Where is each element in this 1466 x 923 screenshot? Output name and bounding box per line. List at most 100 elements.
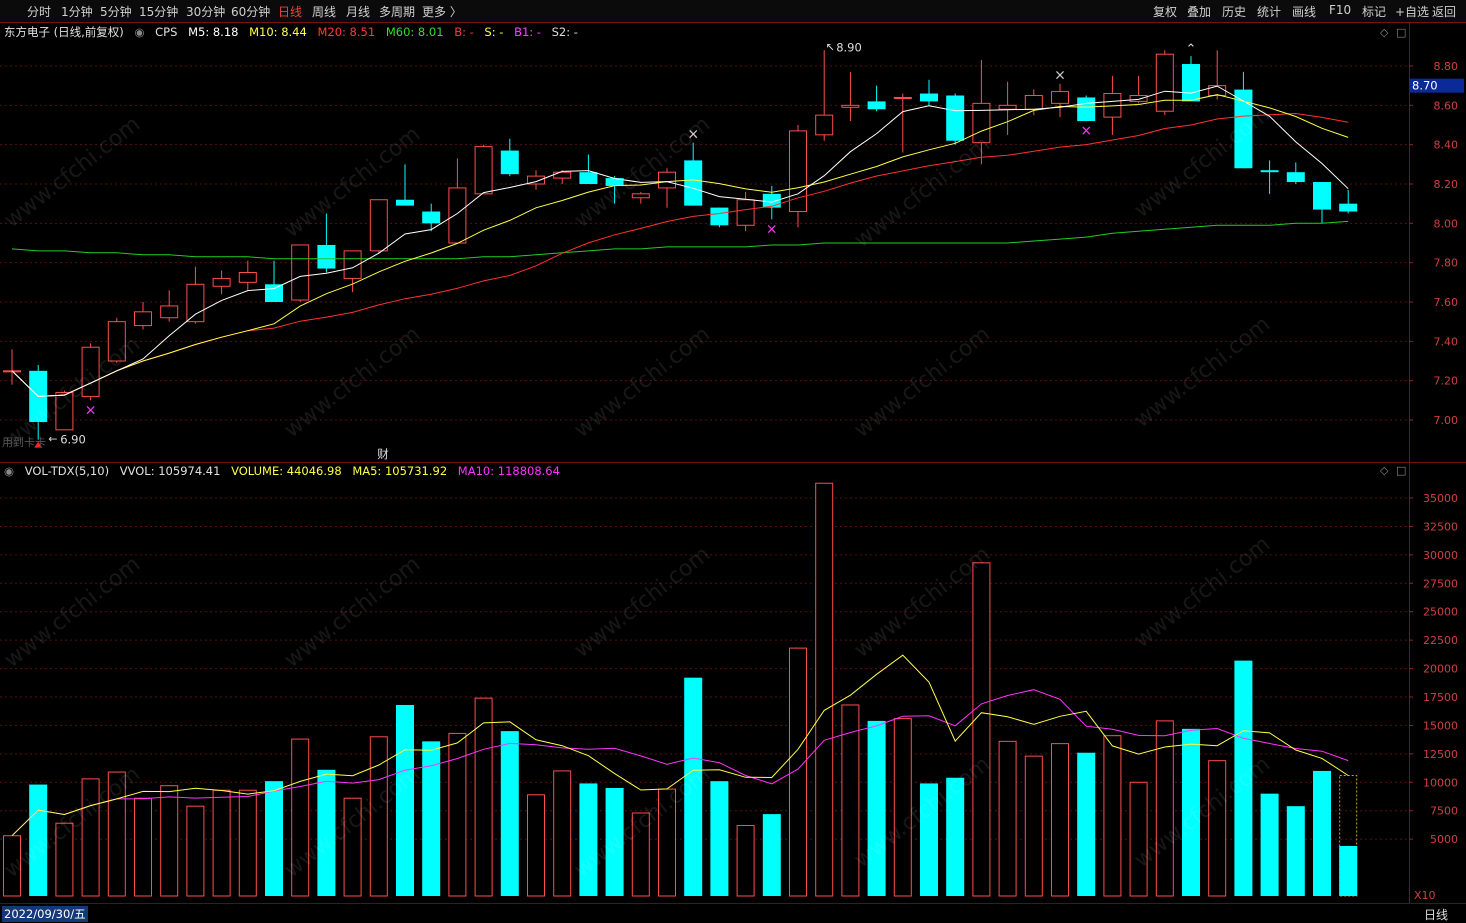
candle-body: [291, 244, 310, 301]
volume-bar: [736, 824, 755, 897]
volume-tick-label: 10000: [1423, 776, 1458, 789]
price-tick-label: 8.00: [1434, 217, 1459, 230]
volume-tick-label: 15000: [1423, 719, 1458, 732]
volume-tick-label: 17500: [1423, 691, 1458, 704]
candle-body: [920, 93, 938, 102]
volume-bar: [1024, 755, 1043, 897]
date-axis-footer: 2022/09/30/五 日线: [0, 903, 1466, 923]
candle-body: [422, 211, 441, 224]
candle-body: [1077, 97, 1096, 122]
vol-panel-control-icon: ◇: [1380, 464, 1389, 477]
volume-bar: [134, 797, 152, 897]
candle-body: [1155, 53, 1174, 112]
volume-bar: [1313, 770, 1331, 896]
volume-bar: [972, 562, 991, 897]
volume-bar: [1129, 781, 1148, 897]
cursor-date: 2022/09/30/五: [2, 906, 88, 922]
volume-bar: [1286, 806, 1305, 896]
volume-tick-label: 12500: [1423, 748, 1458, 761]
volume-bar: [710, 781, 729, 896]
panel-control-icon: □: [1396, 26, 1406, 39]
volume-bar: [1077, 752, 1096, 896]
volume-tick-label: 5000: [1430, 833, 1458, 846]
volume-bar: [500, 731, 519, 896]
candle-body: [631, 193, 650, 199]
volume-bar: [448, 732, 467, 897]
price-tick-label: 8.20: [1434, 178, 1459, 191]
candle-body: [1182, 64, 1200, 102]
candle-body: [893, 96, 912, 99]
price-tick-label: 7.60: [1434, 296, 1459, 309]
volume-bar: [527, 794, 545, 897]
buy-signal-icon: ×: [766, 221, 778, 237]
volume-ma10-line: [11, 689, 1349, 837]
price-tick-label: 8.80: [1434, 60, 1459, 73]
volume-bar: [186, 805, 205, 897]
candle-body: [265, 284, 283, 302]
price-tick-label: 8.40: [1434, 139, 1459, 152]
high-marker-icon: ↖: [826, 40, 835, 53]
candle-body: [1208, 85, 1227, 96]
volume-tick-label: 7500: [1430, 805, 1458, 818]
volume-bar: [553, 770, 572, 897]
volume-bar: [238, 789, 257, 897]
volume-bar: [1260, 793, 1279, 896]
candle-body: [762, 193, 781, 208]
volume-multiplier-label: X10: [1414, 889, 1436, 902]
candle-body: [841, 104, 860, 108]
buy-signal-icon: ×: [1080, 123, 1092, 139]
candle-body: [317, 244, 336, 269]
candle-body: [160, 305, 179, 319]
candle-body: [579, 172, 598, 184]
low-arrow-icon: ←: [48, 433, 57, 446]
volume-tick-label: 20000: [1423, 663, 1458, 676]
period-indicator[interactable]: 日线: [1424, 906, 1448, 923]
volume-bar: [1339, 845, 1358, 896]
candle-body: [1339, 203, 1358, 212]
candle-body: [658, 171, 676, 189]
candle-body: [448, 187, 467, 244]
volume-bar: [998, 740, 1017, 897]
candle-body: [1129, 94, 1148, 102]
candle-body: [867, 101, 886, 110]
candle-body: [684, 160, 703, 206]
candle-body: [1051, 91, 1069, 104]
volume-bar: [1051, 743, 1069, 897]
candle-body: [500, 150, 519, 175]
candle-body: [946, 95, 965, 141]
candle-body: [474, 146, 493, 195]
candle-body: [186, 283, 205, 323]
volume-tick-label: 30000: [1423, 549, 1458, 562]
high-price-label: 8.90: [836, 40, 862, 54]
sell-signal-icon: ×: [1054, 68, 1066, 84]
candle-body: [134, 311, 152, 327]
candle-body: [1286, 172, 1305, 183]
panel-control-icon: ◇: [1380, 26, 1389, 39]
price-tick-label: 7.40: [1434, 335, 1459, 348]
volume-tick-label: 35000: [1423, 492, 1458, 505]
candle-body: [396, 199, 414, 206]
candle-body: [553, 171, 572, 179]
volume-bar: [762, 814, 781, 896]
price-tick-label: 8.60: [1434, 99, 1459, 112]
finance-event-icon: 财: [377, 447, 389, 461]
candle-body: [238, 271, 257, 283]
volume-bar: [212, 789, 231, 897]
price-tick-label: 7.80: [1434, 257, 1459, 270]
volume-bar: [1103, 735, 1122, 897]
volume-bar: [160, 785, 179, 897]
current-price-label: 8.70: [1412, 79, 1438, 93]
volume-bar: [815, 482, 834, 897]
candle-body: [1024, 94, 1043, 110]
price-tick-label: 7.20: [1434, 375, 1459, 388]
candle-body: [998, 104, 1017, 110]
volume-bar: [841, 704, 860, 897]
candle-body: [1260, 170, 1279, 173]
candle-body: [369, 199, 388, 252]
candle-body: [212, 277, 231, 287]
top-marker-icon: ⌃: [1186, 42, 1197, 57]
volume-tick-label: 27500: [1423, 577, 1458, 590]
volume-tick-label: 22500: [1423, 634, 1458, 647]
m60-line: [11, 220, 1349, 260]
price-tick-label: 7.00: [1434, 414, 1459, 427]
